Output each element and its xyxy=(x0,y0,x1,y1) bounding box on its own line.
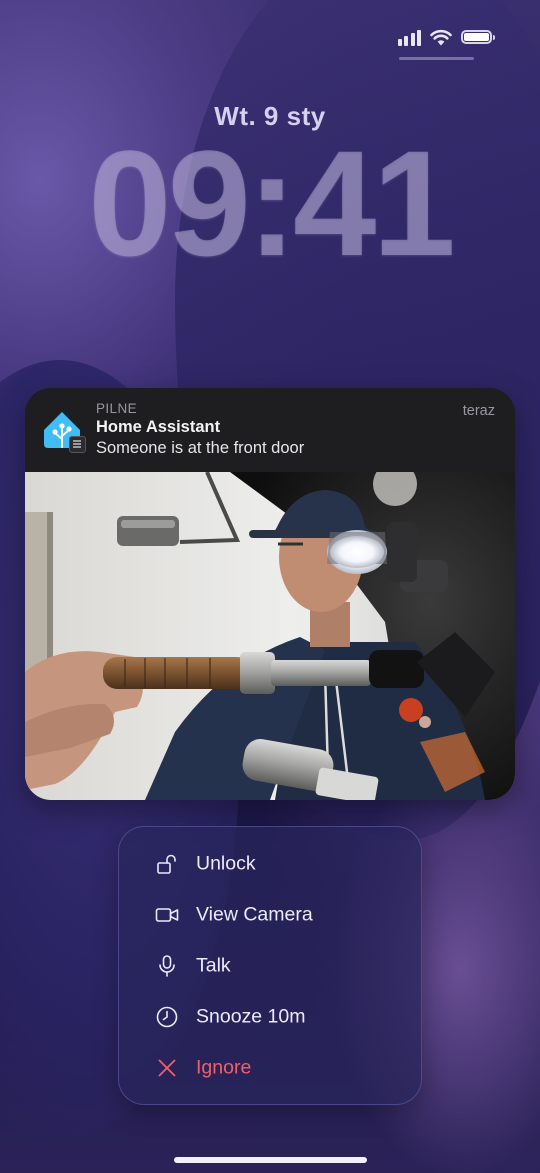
notification-header: PILNE Home Assistant Someone is at the f… xyxy=(25,388,515,472)
attachment-badge-icon xyxy=(69,436,86,453)
notification-category: PILNE xyxy=(96,401,138,416)
wifi-icon xyxy=(430,29,452,45)
action-label: View Camera xyxy=(196,903,313,926)
notification-message: Someone is at the front door xyxy=(96,439,305,457)
unlock-icon xyxy=(157,854,176,874)
status-bar xyxy=(397,28,495,46)
talk-button[interactable]: Talk xyxy=(119,944,421,988)
action-label: Snooze 10m xyxy=(196,1005,306,1028)
notification-actions-menu: Unlock View Camera Talk Snooze 10m Ignor… xyxy=(118,826,422,1105)
clock-icon xyxy=(156,1006,178,1028)
action-label: Unlock xyxy=(196,852,256,875)
close-icon xyxy=(158,1059,176,1077)
unlock-button[interactable]: Unlock xyxy=(119,842,421,886)
notification-card[interactable]: PILNE Home Assistant Someone is at the f… xyxy=(25,388,515,800)
action-label: Ignore xyxy=(196,1056,252,1079)
microphone-icon xyxy=(159,955,175,977)
ignore-button[interactable]: Ignore xyxy=(119,1046,421,1090)
video-camera-icon xyxy=(155,908,179,922)
lockscreen-clock: 09:41 xyxy=(88,119,456,287)
notification-app-name: Home Assistant xyxy=(96,418,221,436)
view-camera-button[interactable]: View Camera xyxy=(119,893,421,937)
doorbell-camera-snapshot[interactable] xyxy=(25,472,515,800)
status-handle xyxy=(399,57,474,60)
cellular-signal-icon xyxy=(397,28,421,46)
home-indicator[interactable] xyxy=(174,1157,367,1163)
battery-icon xyxy=(461,30,495,44)
home-assistant-icon xyxy=(41,409,86,453)
notification-time: teraz xyxy=(462,403,495,419)
action-label: Talk xyxy=(196,954,231,977)
snooze-button[interactable]: Snooze 10m xyxy=(119,995,421,1039)
